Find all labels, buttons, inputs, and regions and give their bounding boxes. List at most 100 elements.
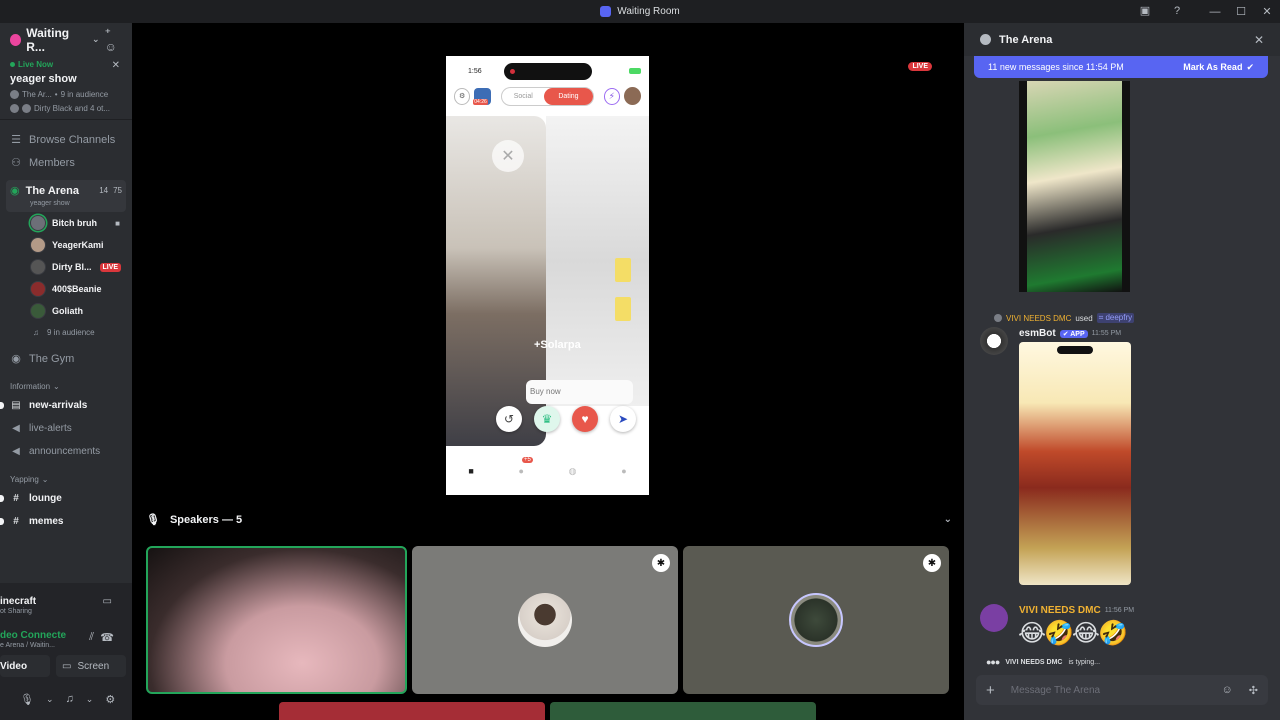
message-composer[interactable]: + Message The Arena ☺ ✣ xyxy=(976,675,1268,705)
speaker-tile[interactable]: ✱ xyxy=(412,546,678,694)
server-icon xyxy=(10,33,22,46)
window-title-text: Waiting Room xyxy=(617,6,680,17)
voice-connected[interactable]: deo Connecte e Arena / Waitin... ⫽ ☎ xyxy=(0,619,132,653)
activity-status[interactable]: inecraft ot Sharing ▭ xyxy=(0,583,132,619)
voice-channel-the-arena[interactable]: ◉ The Arena 14 75 yeager show xyxy=(6,180,126,212)
category-yapping[interactable]: Yapping ⌄ xyxy=(0,471,132,487)
chevron-down-icon[interactable]: ⌄ xyxy=(944,514,952,525)
noise-suppression-icon[interactable]: ⫽ xyxy=(89,631,94,644)
server-header[interactable]: Waiting R... ⌄ ⁺☺ xyxy=(0,23,132,56)
author-name[interactable]: esmBot xyxy=(1019,328,1056,339)
live-badge: LIVE xyxy=(99,262,122,272)
screen-icon: ▭ xyxy=(62,660,72,672)
headphones-icon: ♫ xyxy=(33,328,39,337)
screen-share-icon[interactable]: ▭ xyxy=(103,596,112,607)
screen-button[interactable]: ▭ Screen xyxy=(56,655,126,677)
new-messages-bar[interactable]: 11 new messages since 11:54 PM Mark As R… xyxy=(974,56,1268,78)
voice-member[interactable]: YeagerKami xyxy=(0,234,132,256)
speaker-tile[interactable] xyxy=(279,702,545,720)
image-attachment[interactable] xyxy=(1019,342,1131,585)
avatar xyxy=(789,593,843,647)
message-header: VIVI NEEDS DMC 11:56 PM xyxy=(1019,605,1134,616)
voice-member[interactable]: Bitch bruh ■ xyxy=(0,212,132,234)
channel-announcements[interactable]: ◀ announcements xyxy=(0,440,132,463)
ad-marker xyxy=(615,297,631,321)
voice-member[interactable]: Dirty Bl... LIVE xyxy=(0,256,132,278)
speaker-tile[interactable] xyxy=(550,702,816,720)
close-icon[interactable]: ✕ xyxy=(112,60,120,71)
apps-icon[interactable]: ✣ xyxy=(1249,684,1258,697)
browse-label: Browse Channels xyxy=(29,133,116,146)
channel-memes[interactable]: # memes xyxy=(0,510,132,533)
chevron-down-icon[interactable]: ⌄ xyxy=(46,694,54,705)
invite-icon[interactable]: ⁺☺ xyxy=(105,26,122,54)
command-name[interactable]: ⌗ deepfry xyxy=(1096,313,1135,323)
help-icon[interactable]: ? xyxy=(1170,4,1184,18)
channel-live-alerts[interactable]: ◀ live-alerts xyxy=(0,417,132,440)
voice-status: deo Connecte xyxy=(0,630,67,641)
channel-new-arrivals[interactable]: ▤ new-arrivals xyxy=(0,394,132,417)
voice-member[interactable]: 400$Beanie xyxy=(0,278,132,300)
stream-video[interactable]: 1:56 ⚙ 04:26 Social Dating ⚡ ✕ +Solarpa … xyxy=(446,56,649,495)
chevron-down-icon[interactable]: ⌄ xyxy=(86,694,94,705)
plus-icon[interactable]: + xyxy=(986,682,995,699)
message-input[interactable]: Message The Arena xyxy=(1011,685,1100,696)
browse-channels[interactable]: ☰ Browse Channels xyxy=(0,128,132,151)
voice-audience[interactable]: ♫ 9 in audience xyxy=(0,322,132,343)
voice-member[interactable]: Goliath xyxy=(0,300,132,322)
megaphone-icon: ◀ xyxy=(12,446,20,457)
category-information[interactable]: Information ⌄ xyxy=(0,378,132,394)
avatar[interactable] xyxy=(980,604,1008,632)
avatar xyxy=(22,104,31,113)
member-name: Goliath xyxy=(52,306,83,316)
channel-name: The Gym xyxy=(29,352,75,365)
voice-channel-name: The Arena xyxy=(25,184,79,197)
microphone-icon[interactable]: 🎙 xyxy=(20,693,34,706)
avatar xyxy=(518,593,572,647)
moderator-badge-icon: ✱ xyxy=(923,554,941,572)
speakers-header[interactable]: 🎙 Speakers — 5 ⌄ xyxy=(146,513,952,527)
moderator-badge-icon: ✱ xyxy=(652,554,670,572)
emoji-icon[interactable]: ☺ xyxy=(1222,684,1233,696)
maximize-button[interactable]: ☐ xyxy=(1228,5,1254,18)
live-watchers: Dirty Black and 4 ot... xyxy=(34,104,111,113)
voice-location: e Arena / Waitin... xyxy=(0,642,55,649)
channel-lounge[interactable]: # lounge xyxy=(0,487,132,510)
author-name[interactable]: VIVI NEEDS DMC xyxy=(1019,605,1101,616)
close-window-button[interactable]: ✕ xyxy=(1254,5,1280,18)
channel-sidebar: Waiting R... ⌄ ⁺☺ Live Now ✕ yeager show… xyxy=(0,23,132,720)
speaker-tile[interactable] xyxy=(146,546,407,694)
app-tag: ✔ APP xyxy=(1059,329,1088,338)
live-now-card[interactable]: Live Now ✕ yeager show The Ar... • 9 in … xyxy=(0,56,132,120)
voice-channel-the-gym[interactable]: ◉ The Gym xyxy=(0,347,132,370)
close-icon[interactable]: ✕ xyxy=(1254,33,1264,47)
video-button[interactable]: Video xyxy=(0,655,50,677)
chevron-down-icon: ⌄ xyxy=(41,474,49,484)
live-now-label: Live Now xyxy=(10,60,122,69)
chevron-down-icon: ⌄ xyxy=(92,34,100,44)
avatar[interactable] xyxy=(980,327,1008,355)
headphones-icon[interactable]: ♫ xyxy=(66,693,74,705)
avatar xyxy=(30,259,46,275)
user-limit: 75 xyxy=(113,186,122,195)
chat-title: The Arena xyxy=(999,33,1053,46)
speaker-tile[interactable]: ✱ xyxy=(683,546,949,694)
members-link[interactable]: ⚇ Members xyxy=(0,151,132,174)
member-name: 400$Beanie xyxy=(52,284,102,294)
timestamp: 11:55 PM xyxy=(1091,330,1122,337)
disconnect-icon[interactable]: ☎ xyxy=(100,631,114,644)
gear-icon[interactable]: ⚙ xyxy=(105,693,115,706)
audience-count: 9 in audience xyxy=(47,328,95,337)
reply-verb: used xyxy=(1075,313,1093,323)
inbox-icon[interactable]: ▣ xyxy=(1138,4,1152,18)
mark-as-read-button[interactable]: Mark As Read xyxy=(1183,62,1242,72)
avatar xyxy=(30,237,46,253)
live-title: yeager show xyxy=(10,73,77,85)
minimize-button[interactable]: — xyxy=(1202,6,1228,18)
avatar xyxy=(30,303,46,319)
undo-icon: ↺ xyxy=(496,406,522,432)
mode-toggle: Social Dating xyxy=(501,86,594,106)
nav-badge: +5 xyxy=(522,457,533,463)
chat-header: The Arena ✕ xyxy=(964,23,1280,56)
image-attachment[interactable] xyxy=(1019,81,1130,292)
